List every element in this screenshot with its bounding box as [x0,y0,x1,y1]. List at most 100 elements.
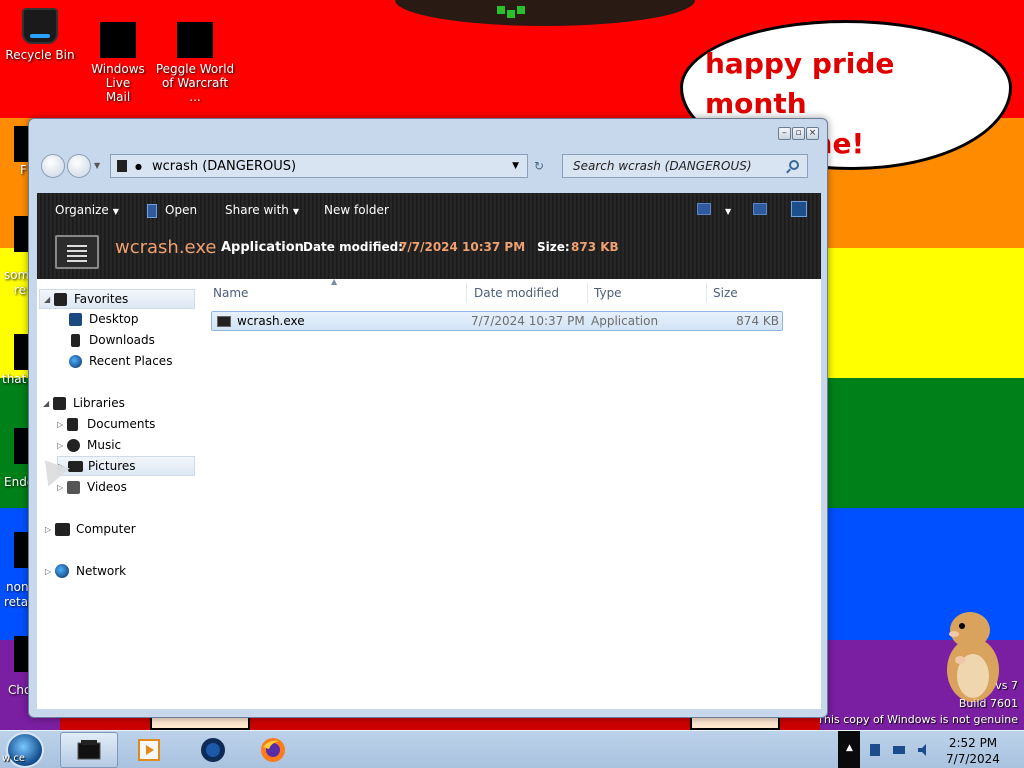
view-options-dropdown-icon[interactable]: ▼ [721,201,731,219]
change-view-icon[interactable] [697,203,711,215]
search-icon[interactable] [789,160,799,170]
column-header-date-modified[interactable]: Date modified [468,283,588,303]
nav-downloads[interactable]: Downloads [69,330,155,350]
show-hidden-icons-button[interactable]: ▲ [846,743,853,753]
nav-videos-label: Videos [87,480,127,494]
share-with-button[interactable]: Share with ▼ [225,201,299,219]
taskbar-globe-app-button[interactable] [184,732,242,768]
videos-icon [67,480,80,494]
maximize-button[interactable]: ▫ [792,127,805,140]
address-dropdown-icon[interactable]: ▼ [512,161,519,171]
expand-favorites-icon[interactable]: ◢ [44,295,54,304]
minimize-button[interactable]: – [778,127,791,140]
partial-desktop-icon-3[interactable] [14,334,28,370]
preview-pane-icon[interactable] [753,203,767,215]
help-icon[interactable] [791,201,807,217]
breadcrumb-current[interactable]: wcrash (DANGEROUS) [152,159,296,174]
open-button[interactable]: Open [147,201,197,219]
column-header-type[interactable]: Type [588,283,707,303]
nav-documents[interactable]: ▷ Documents [57,414,155,434]
taskbar-media-player-button[interactable] [120,732,178,768]
nav-libraries[interactable]: ◢ Libraries [43,393,125,413]
nav-desktop-label: Desktop [89,312,139,326]
face-eye-right [517,6,525,14]
partial-desktop-icon-1[interactable] [14,126,28,162]
nav-recent-places[interactable]: Recent Places [69,351,172,371]
nav-favorites-label: Favorites [74,292,129,306]
watermark-line-3: This copy of Windows is not genuine [817,713,1018,726]
nav-pictures[interactable]: ▷ Pictures [57,456,195,476]
back-button[interactable] [41,154,65,178]
close-button[interactable]: × [806,127,819,140]
forward-button[interactable] [67,154,91,178]
explorer-window: – ▫ × ▼ ● wcrash (DANGEROUS) ▼ ↻ Search … [28,118,828,718]
windows-live-mail-label-1: Windows Live [91,62,145,90]
organize-button[interactable]: Organize ▼ [55,201,119,219]
partial-desktop-icon-2[interactable] [14,216,28,252]
search-placeholder: Search wcrash (DANGEROUS) [573,159,752,173]
nav-network[interactable]: ▷ Network [45,561,126,581]
firefox-icon [261,738,285,762]
desktop-icon-windows-live-mail[interactable]: Windows Live Mail [78,18,158,104]
windows-live-mail-label-2: Mail [105,90,131,104]
search-input[interactable]: Search wcrash (DANGEROUS) [562,154,808,178]
watermark-line-2: Build 7601 [958,697,1018,710]
nav-downloads-label: Downloads [89,333,155,347]
partial-desktop-icon-5[interactable] [14,532,28,568]
refresh-icon[interactable]: ↻ [528,159,550,173]
explorer-content: ◢ Favorites Desktop Downloads Recent Pla… [37,277,821,709]
tray-app-icon[interactable] [868,743,882,757]
recycle-bin-icon [22,8,58,44]
organize-dropdown-icon: ▼ [112,207,119,216]
column-header-name[interactable]: Name [207,283,467,303]
network-tray-icon[interactable] [892,743,906,757]
address-field[interactable]: ● wcrash (DANGEROUS) ▼ [110,154,528,178]
window-controls: – ▫ × [778,127,819,140]
peggle-icon [177,22,213,58]
nav-music-label: Music [87,438,122,452]
speech-bubble-line-1: happy pride month [705,47,895,120]
expand-libraries-icon[interactable]: ◢ [43,399,53,408]
taskbar-firefox-button[interactable] [244,732,302,768]
folder-icon [117,160,127,172]
file-size-cell: 874 KB [736,314,779,328]
details-file-name: wcrash.exe [115,237,217,258]
expand-computer-icon[interactable]: ▷ [45,525,55,534]
column-header-size[interactable]: Size [707,283,783,303]
share-with-dropdown-icon: ▼ [292,207,300,216]
nav-desktop[interactable]: Desktop [69,309,139,329]
nav-documents-label: Documents [87,417,156,431]
details-pane: wcrash.exe Application Date modified: 7/… [37,229,821,279]
desktop-icon-peggle[interactable]: Peggle World of Warcraft ... [155,18,235,104]
breadcrumb-separator-icon[interactable]: ● [135,162,142,171]
music-icon [67,438,80,452]
nav-computer-label: Computer [76,522,136,536]
application-icon [217,316,231,327]
application-file-icon [55,235,99,269]
nav-computer[interactable]: ▷ Computer [45,519,136,539]
expand-music-icon[interactable]: ▷ [57,441,67,450]
expand-network-icon[interactable]: ▷ [45,567,55,576]
partial-desktop-icon-6[interactable] [14,636,28,672]
partial-desktop-icon-4[interactable] [14,428,28,464]
explorer-taskbar-icon [77,740,101,760]
table-row[interactable]: wcrash.exe 7/7/2024 10:37 PM Application… [211,311,783,331]
libraries-icon [53,396,66,410]
partial-label-4: that [2,372,27,386]
taskbar-explorer-button[interactable] [60,732,118,768]
nav-favorites[interactable]: ◢ Favorites [39,289,195,309]
details-date-value: 7/7/2024 10:37 PM [399,240,526,254]
media-player-icon [138,739,160,761]
expand-videos-icon[interactable]: ▷ [57,483,67,492]
desktop-icon-recycle-bin[interactable]: Recycle Bin [0,8,80,62]
nav-videos[interactable]: ▷ Videos [57,477,127,497]
taskbar-clock[interactable]: 2:52 PM 7/7/2024 [940,735,1006,767]
recent-pages-dropdown[interactable]: ▼ [94,161,104,171]
globe-app-icon [201,738,225,762]
nav-music[interactable]: ▷ Music [57,435,121,455]
volume-tray-icon[interactable] [916,743,930,757]
expand-documents-icon[interactable]: ▷ [57,420,67,429]
new-folder-button[interactable]: New folder [324,201,389,219]
file-name: wcrash.exe [237,314,305,328]
open-icon [147,203,157,218]
